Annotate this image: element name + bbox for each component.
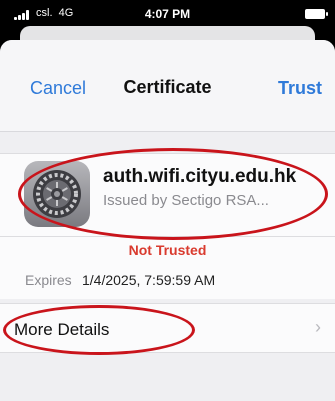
certificate-card: auth.wifi.cityu.edu.hk Issued by Sectigo…	[0, 153, 335, 237]
battery-icon	[305, 9, 328, 19]
not-trusted-label: Not Trusted	[128, 242, 207, 258]
settings-gear-icon	[24, 161, 90, 227]
chevron-right-icon: ›	[315, 317, 321, 337]
nav-bar: Cancel Certificate Trust	[0, 40, 335, 132]
certificate-name: auth.wifi.cityu.edu.hk	[103, 166, 297, 187]
more-details-label: More Details	[14, 320, 110, 339]
status-time: 4:07 PM	[144, 7, 191, 21]
trust-status-section: Not Trusted Expires 1/4/2025, 7:59:59 AM	[0, 237, 335, 299]
more-details-row[interactable]: More Details ›	[0, 303, 335, 353]
expires-label: Expires	[25, 272, 72, 288]
certificate-issuer: Issued by Sectigo RSA...	[103, 192, 269, 209]
expires-value: 1/4/2025, 7:59:59 AM	[82, 272, 216, 288]
certificate-sheet: Cancel Certificate Trust auth.wifi.cityu…	[0, 40, 335, 401]
status-bar: csl. 4G 4:07 PM	[0, 0, 335, 28]
trust-button[interactable]: Trust	[278, 78, 322, 99]
